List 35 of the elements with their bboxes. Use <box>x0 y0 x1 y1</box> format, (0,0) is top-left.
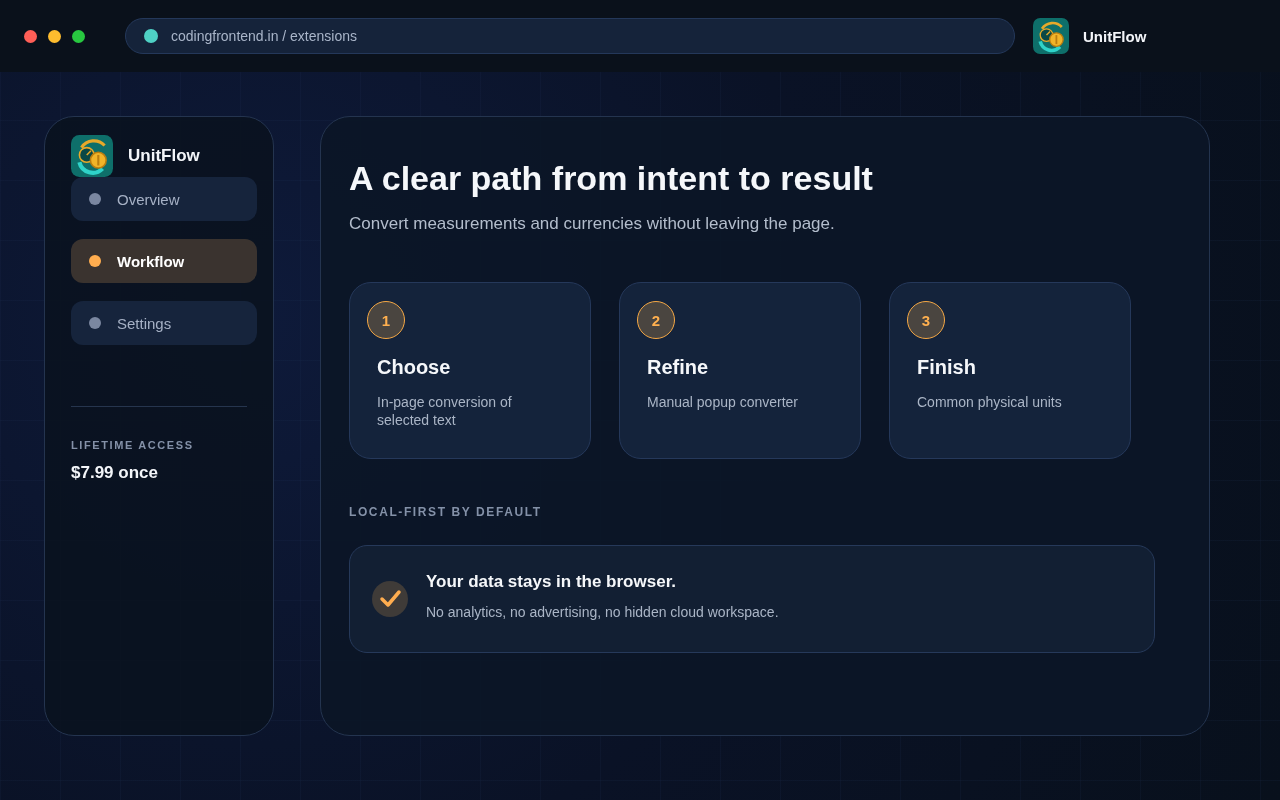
step-title: Finish <box>917 356 977 379</box>
site-status-dot <box>144 29 158 43</box>
section-label: LOCAL-FIRST BY DEFAULT <box>349 505 543 519</box>
app-name: UnitFlow <box>1083 27 1147 45</box>
nav-label: Overview <box>117 190 180 208</box>
step-number: 2 <box>637 301 675 339</box>
nav-item[interactable]: Settings <box>71 301 257 345</box>
page-subtitle: Convert measurements and currencies without leaving the page. <box>349 214 836 234</box>
price-text: $7.99 once <box>71 463 159 483</box>
nav-item[interactable]: Overview <box>71 177 257 221</box>
maximize-window-button[interactable] <box>72 29 85 43</box>
step-description: Manual popup converter <box>647 393 799 411</box>
nav-label: Workflow <box>117 252 185 270</box>
minimize-window-button[interactable] <box>48 29 61 43</box>
nav-dot-icon <box>89 317 101 329</box>
step-description: Common physical units <box>917 393 1063 411</box>
app-logo-icon <box>1033 18 1069 54</box>
address-text: codingfrontend.in / extensions <box>171 28 357 44</box>
step-title: Refine <box>647 356 710 379</box>
nav-dot-icon <box>89 193 101 205</box>
nav-dot-icon <box>89 255 101 267</box>
step-number: 1 <box>367 301 405 339</box>
notice-text: No analytics, no advertising, no hidden cloud workspace. <box>426 604 779 620</box>
sidebar-app-name: UnitFlow <box>128 146 200 166</box>
step-number: 3 <box>907 301 945 339</box>
nav-item[interactable]: Workflow <box>71 239 257 283</box>
close-window-button[interactable] <box>24 29 37 43</box>
notice-title: Your data stays in the browser. <box>426 572 678 592</box>
app-logo-icon <box>71 135 113 177</box>
step-title: Choose <box>377 356 452 379</box>
address-bar[interactable]: codingfrontend.in / extensions <box>125 18 1015 54</box>
plan-label: LIFETIME ACCESS <box>71 439 195 451</box>
step-description: In-page conversion of selected text <box>377 393 513 429</box>
page-title: A clear path from intent to result <box>349 159 874 198</box>
nav-label: Settings <box>117 314 172 332</box>
